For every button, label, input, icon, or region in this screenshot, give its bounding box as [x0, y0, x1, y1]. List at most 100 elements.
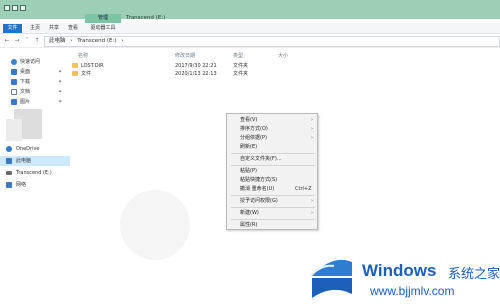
tab-view[interactable]: 查看: [66, 24, 80, 33]
menu-item-label: 新建(W): [240, 210, 259, 216]
pc-icon: [6, 158, 12, 164]
file-date: 2020/1/13 22:13: [175, 71, 217, 77]
quick-access-icon[interactable]: [4, 5, 10, 11]
file-date: 2017/9/30 22:21: [175, 63, 217, 69]
sidebar-item-label: 快速访问: [20, 59, 41, 65]
breadcrumb-drive[interactable]: Transcend (E:): [77, 38, 116, 44]
sidebar-item-network[interactable]: 网络: [0, 180, 70, 190]
file-name: LOST.DIR: [81, 63, 104, 69]
watermark-cn: 系统之家: [448, 267, 500, 282]
menu-separator: [231, 165, 315, 166]
tab-home[interactable]: 主页: [28, 24, 42, 33]
sidebar-item-transcend[interactable]: Transcend (E:): [0, 168, 70, 178]
tab-drive-tools[interactable]: 驱动器工具: [85, 24, 121, 33]
menu-separator: [231, 219, 315, 220]
menu-item-label: 分组依据(P): [240, 135, 267, 141]
menu-item-label: 排序方式(O): [240, 126, 268, 132]
forward-arrow-icon[interactable]: →: [13, 37, 21, 45]
tab-manage[interactable]: 管理: [85, 14, 121, 23]
menu-separator: [231, 207, 315, 208]
menu-item-shortcut: Ctrl+Z: [295, 186, 312, 192]
menu-item-grant-access[interactable]: 授予访问权限(G) ›: [227, 197, 317, 206]
sidebar-item-pictures[interactable]: 图片 ✦: [0, 97, 70, 107]
column-header-name[interactable]: 名称: [78, 52, 88, 59]
file-row[interactable]: LOST.DIR 2017/9/30 22:21 文件夹: [70, 62, 370, 70]
menu-item-label: 粘贴快捷方式(S): [240, 177, 278, 183]
pin-icon: ✦: [58, 79, 63, 85]
star-icon: [11, 59, 17, 65]
file-name: 文件: [81, 71, 92, 77]
menu-item-label: 查看(V): [240, 117, 258, 123]
menu-item-label: 授予访问权限(G): [240, 198, 278, 204]
menu-item-label: 撤消 重命名(U): [240, 186, 275, 192]
chevron-right-icon: ›: [311, 126, 313, 132]
pin-icon: ✦: [58, 89, 63, 95]
sidebar-item-quick-access[interactable]: 快速访问: [0, 57, 70, 67]
breadcrumb-separator: ›: [121, 38, 124, 44]
sidebar-item-label: 图片: [20, 99, 31, 105]
menu-item-new[interactable]: 新建(W) ›: [227, 209, 317, 218]
menu-item-undo-rename[interactable]: 撤消 重命名(U) Ctrl+Z: [227, 185, 317, 194]
sidebar-item-label: 文档: [20, 89, 31, 95]
menu-item-refresh[interactable]: 刷新(E): [227, 143, 317, 152]
folder-icon: [72, 63, 78, 68]
cloud-icon: [6, 146, 12, 152]
window-title: Transcend (E:): [126, 15, 166, 21]
sidebar-item-documents[interactable]: 文档 ✦: [0, 87, 70, 97]
watermark-brand: Windows: [362, 261, 437, 280]
chevron-right-icon: ›: [311, 210, 313, 216]
menu-item-label: 粘贴(P): [240, 168, 257, 174]
tab-file[interactable]: 文件: [3, 24, 22, 33]
quick-access-icon[interactable]: [20, 5, 26, 11]
menu-item-view[interactable]: 查看(V) ›: [227, 116, 317, 125]
sidebar-item-label: 下载: [20, 79, 31, 85]
sidebar-item-onedrive[interactable]: OneDrive: [0, 144, 70, 154]
tab-share[interactable]: 共享: [47, 24, 61, 33]
sidebar-item-desktop[interactable]: 桌面 ✦: [0, 67, 70, 77]
faded-background-logo: [120, 190, 190, 260]
pin-icon: ✦: [58, 69, 63, 75]
sidebar-item-label: OneDrive: [16, 146, 40, 152]
menu-item-label: 属性(R): [240, 222, 258, 228]
network-icon: [6, 182, 12, 188]
column-header-type[interactable]: 类型: [233, 52, 243, 59]
folder-icon: [72, 71, 78, 76]
file-row[interactable]: 文件 2020/1/13 22:13 文件夹: [70, 70, 370, 78]
menu-item-sort[interactable]: 排序方式(O) ›: [227, 125, 317, 134]
quick-access-icon[interactable]: [12, 5, 18, 11]
sidebar-item-label: 网络: [16, 182, 27, 188]
context-menu: 查看(V) › 排序方式(O) › 分组依据(P) › 刷新(E) 自定义文件夹(F)…: [226, 113, 318, 230]
address-bar[interactable]: 此电脑 › Transcend (E:) ›: [44, 36, 500, 47]
blurred-region: [6, 119, 22, 141]
column-header-size[interactable]: 大小: [278, 52, 288, 59]
up-arrow-icon[interactable]: ↑: [33, 37, 41, 45]
title-bar: [0, 0, 500, 19]
menu-item-paste[interactable]: 粘贴(P): [227, 167, 317, 176]
address-toolbar: ← → ˅ ↑ 此电脑 › Transcend (E:) ›: [0, 35, 500, 48]
desktop-icon: [11, 69, 17, 75]
column-header-date[interactable]: 修改日期: [175, 52, 195, 59]
menu-item-properties[interactable]: 属性(R): [227, 221, 317, 230]
menu-item-group[interactable]: 分组依据(P) ›: [227, 134, 317, 143]
sidebar-item-this-pc[interactable]: 此电脑: [0, 156, 70, 166]
recent-dropdown-icon[interactable]: ˅: [23, 37, 31, 45]
breadcrumb-this-pc[interactable]: 此电脑: [49, 38, 66, 44]
back-arrow-icon[interactable]: ←: [3, 37, 11, 45]
quick-access-toolbar[interactable]: [4, 5, 34, 14]
menu-item-customize-folder[interactable]: 自定义文件夹(F)...: [227, 155, 317, 164]
menu-item-label: 刷新(E): [240, 144, 258, 150]
sidebar-item-label: 此电脑: [16, 158, 32, 164]
picture-icon: [11, 99, 17, 105]
document-icon: [11, 89, 17, 95]
sidebar-item-label: 桌面: [20, 69, 31, 75]
menu-item-paste-shortcut[interactable]: 粘贴快捷方式(S): [227, 176, 317, 185]
file-type: 文件夹: [233, 63, 249, 69]
chevron-right-icon: ›: [311, 198, 313, 204]
chevron-right-icon: ›: [311, 135, 313, 141]
menu-separator: [231, 153, 315, 154]
menu-separator: [231, 195, 315, 196]
sidebar-item-label: Transcend (E:): [16, 170, 52, 176]
drive-icon: [6, 171, 12, 175]
download-icon: [11, 79, 17, 85]
sidebar-item-downloads[interactable]: 下载 ✦: [0, 77, 70, 87]
